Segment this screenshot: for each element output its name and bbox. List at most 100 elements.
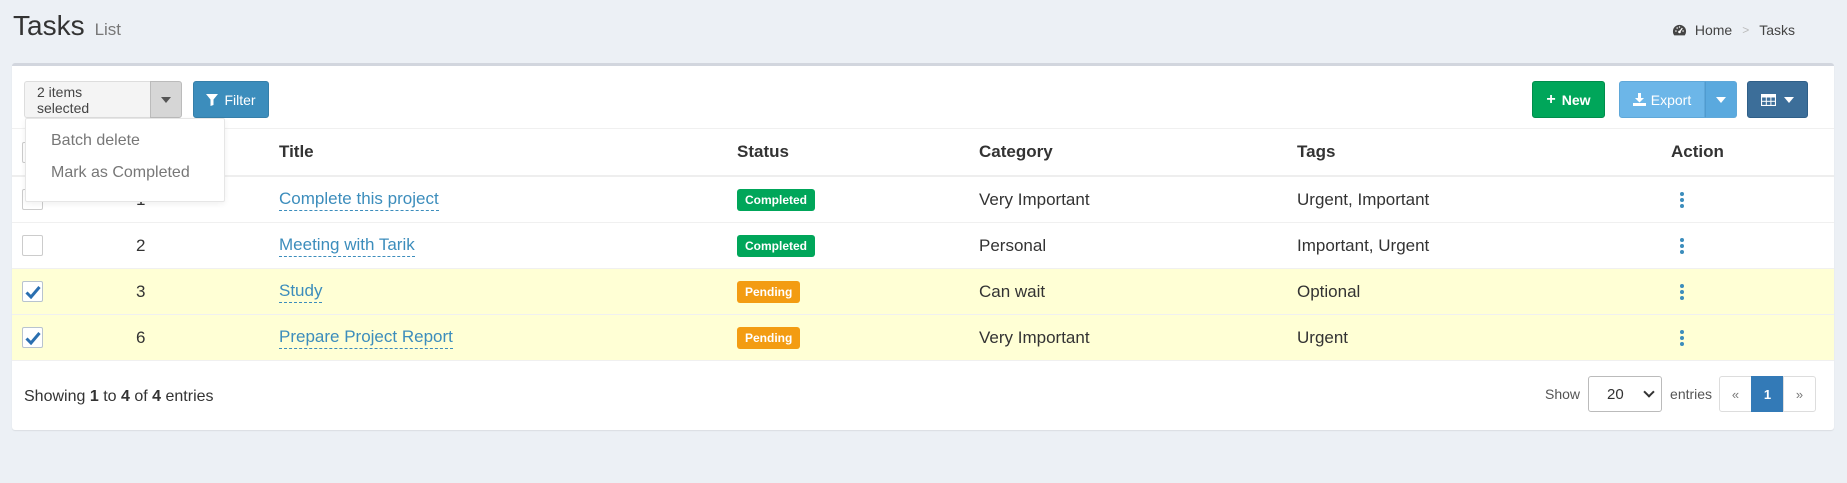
table-row: 6 Prepare Project Report Pending Very Impor… — [12, 315, 1834, 361]
export-options-toggle[interactable] — [1705, 81, 1737, 118]
grid-footer: Showing 1 to 4 of 4 entries Show 20 entr… — [12, 366, 1834, 430]
row-checkbox[interactable] — [22, 327, 43, 348]
row-status-cell: Pending — [737, 269, 801, 314]
row-tags: Optional — [1297, 281, 1361, 301]
row-title-cell: Prepare Project Report — [279, 315, 453, 360]
row-select-cell — [22, 315, 43, 360]
breadcrumb-home-link[interactable]: Home — [1695, 22, 1732, 38]
showing-entries-word: entries — [165, 388, 214, 405]
showing-to-word: to — [103, 388, 117, 405]
filter-label: Filter — [224, 91, 256, 108]
row-title-cell: Study — [279, 269, 323, 314]
row-title-cell: Complete this project — [279, 177, 439, 222]
plus-icon: + — [1546, 90, 1556, 108]
checkmark-icon — [24, 331, 41, 345]
batch-delete-item[interactable]: Batch delete — [26, 125, 224, 157]
table-icon — [1761, 93, 1776, 106]
batch-actions-menu: Batch delete Mark as Completed — [25, 118, 225, 202]
breadcrumb: Home > Tasks — [1672, 22, 1795, 38]
breadcrumb-separator: > — [1742, 23, 1750, 37]
tasks-table: Title Status Category Tags Action 1Compl… — [12, 129, 1834, 361]
more-actions-icon[interactable] — [1672, 237, 1692, 254]
new-button[interactable]: + New — [1532, 81, 1605, 118]
caret-down-icon — [161, 96, 171, 103]
showing-entries-text: Showing 1 to 4 of 4 entries — [24, 388, 214, 406]
pagination-page-current[interactable]: 1 — [1751, 376, 1784, 412]
more-actions-icon[interactable] — [1672, 329, 1692, 346]
more-actions-icon[interactable] — [1672, 191, 1692, 208]
row-id: 3 — [136, 281, 146, 301]
page-header: Tasks List — [13, 10, 121, 50]
row-category: Very Important — [979, 327, 1090, 347]
task-title-link[interactable]: Complete this project — [279, 189, 439, 211]
row-status-cell: Pending — [737, 315, 801, 360]
row-tags: Urgent, Important — [1297, 189, 1430, 209]
show-label: Show — [1545, 386, 1581, 402]
selected-count-label[interactable]: 2 items selected — [24, 81, 150, 118]
row-action-cell — [1672, 223, 1692, 268]
showing-prefix: Showing — [24, 388, 86, 405]
caret-down-icon — [1784, 96, 1794, 103]
row-select-cell — [22, 223, 43, 268]
export-group: Export — [1619, 81, 1737, 118]
column-header-action: Action — [1671, 142, 1724, 161]
row-status-cell: Completed — [737, 223, 816, 268]
row-category: Personal — [979, 235, 1047, 255]
status-badge: Pending — [737, 326, 801, 349]
status-badge: Pending — [737, 280, 801, 303]
per-page-select[interactable]: 20 — [1588, 376, 1663, 412]
filter-icon — [206, 93, 219, 106]
pagination-next[interactable]: » — [1783, 376, 1816, 412]
page-subtitle: List — [94, 20, 122, 39]
export-button[interactable]: Export — [1619, 81, 1705, 118]
table-row: 3 Study Pending Can wait Optional — [12, 269, 1834, 315]
showing-from: 1 — [89, 388, 99, 405]
task-title-link[interactable]: Meeting with Tarik — [279, 235, 415, 257]
pagination: « 1 » — [1719, 376, 1816, 412]
export-label: Export — [1650, 91, 1692, 108]
showing-total: 4 — [152, 388, 162, 405]
row-checkbox[interactable] — [22, 281, 43, 302]
row-tags: Urgent — [1297, 327, 1349, 347]
filter-button[interactable]: Filter — [193, 81, 269, 118]
pagination-prev[interactable]: « — [1719, 376, 1752, 412]
row-id: 6 — [136, 327, 146, 347]
row-select-cell — [22, 269, 43, 314]
row-action-cell — [1672, 315, 1692, 360]
table-row: 1Complete this projectCompletedVery Impo… — [12, 177, 1834, 223]
new-label: New — [1561, 91, 1591, 108]
showing-of-word: of — [134, 388, 148, 405]
column-header-category[interactable]: Category — [979, 129, 1053, 175]
table-row: 2 Meeting with Tarik Completed Personal Impo… — [12, 223, 1834, 269]
status-badge: Completed — [737, 234, 816, 257]
row-selector: 2 items selected — [24, 81, 182, 118]
task-title-link[interactable]: Prepare Project Report — [279, 327, 453, 349]
table-header-row: Title Status Category Tags Action — [12, 129, 1834, 177]
grid-toolbar: 2 items selected Filter + New Export — [12, 66, 1834, 129]
task-title-link[interactable]: Study — [279, 281, 323, 303]
column-header-status[interactable]: Status — [737, 129, 789, 175]
download-icon — [1632, 93, 1646, 106]
more-actions-icon[interactable] — [1672, 283, 1692, 300]
batch-actions-toggle[interactable] — [150, 81, 182, 118]
row-category: Can wait — [979, 281, 1046, 301]
mark-completed-item[interactable]: Mark as Completed — [26, 157, 224, 189]
per-page-value: 20 — [1607, 385, 1624, 403]
caret-down-icon — [1716, 96, 1726, 103]
grid-box: 2 items selected Filter + New Export Bat… — [12, 63, 1834, 430]
row-id: 2 — [136, 235, 146, 255]
entries-label: entries — [1670, 386, 1713, 402]
page-title: Tasks — [13, 10, 85, 41]
row-tags: Important, Urgent — [1297, 235, 1430, 255]
row-category: Very Important — [979, 189, 1090, 209]
checkmark-icon — [24, 285, 41, 299]
chevron-down-icon — [1643, 386, 1655, 398]
row-checkbox[interactable] — [22, 235, 43, 256]
column-header-tags[interactable]: Tags — [1297, 129, 1335, 175]
row-action-cell — [1672, 269, 1692, 314]
breadcrumb-current: Tasks — [1759, 22, 1795, 38]
row-status-cell: Completed — [737, 177, 816, 222]
showing-to: 4 — [120, 388, 130, 405]
column-header-title[interactable]: Title — [279, 129, 314, 175]
column-selector-button[interactable] — [1747, 81, 1808, 118]
